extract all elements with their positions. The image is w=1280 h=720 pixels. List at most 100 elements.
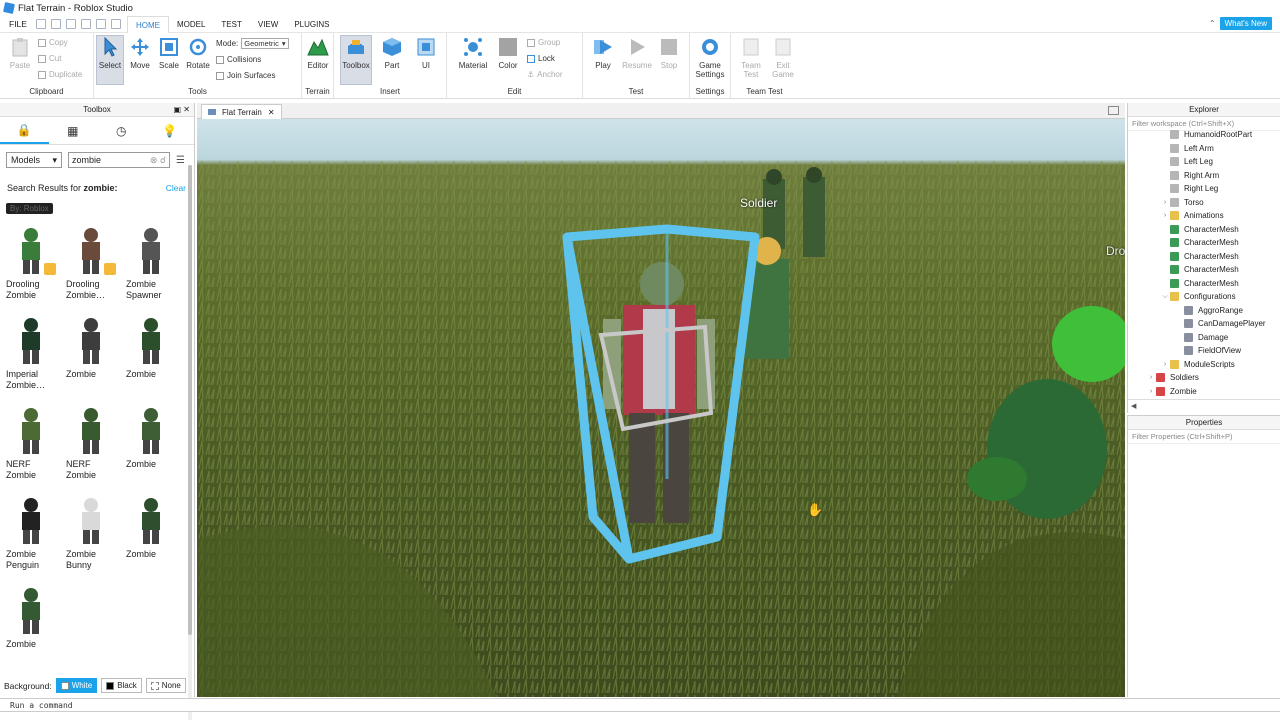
tab-plugins[interactable]: PLUGINS xyxy=(286,16,337,33)
filter-options-icon[interactable]: ☰ xyxy=(176,155,185,166)
open-icon[interactable] xyxy=(50,19,61,29)
expand-chevron-icon[interactable]: › xyxy=(1146,388,1156,395)
tab-creations[interactable]: 💡 xyxy=(146,117,195,144)
explorer-tree-row[interactable]: Damage xyxy=(1128,331,1280,345)
material-button[interactable]: Material xyxy=(457,36,489,70)
join-surfaces-checkbox[interactable] xyxy=(216,71,224,80)
toolbox-item[interactable]: NERF Zombie xyxy=(4,403,62,487)
toolbox-scrollbar-thumb[interactable] xyxy=(188,165,192,635)
collapse-ribbon-icon[interactable]: ⌃ xyxy=(1209,19,1216,28)
category-dropdown[interactable]: Models ▾ xyxy=(6,152,62,168)
stop-button[interactable]: Stop xyxy=(655,36,683,70)
ui-button[interactable]: UI xyxy=(412,36,440,70)
terrain-editor-button[interactable]: Editor xyxy=(304,36,332,70)
explorer-tree-row[interactable]: › Animations xyxy=(1128,209,1280,223)
clear-search-link[interactable]: Clear xyxy=(166,183,186,193)
collisions-toggle[interactable]: Collisions xyxy=(216,55,261,64)
expand-chevron-icon[interactable]: › xyxy=(1146,374,1156,381)
exit-game-button[interactable]: Exit Game xyxy=(769,36,797,79)
save-icon[interactable] xyxy=(65,19,76,29)
bg-black-button[interactable]: Black xyxy=(101,678,142,693)
toolbox-item[interactable]: Zombie xyxy=(4,583,62,667)
toolbox-scrollbar[interactable] xyxy=(188,165,192,720)
play-button[interactable]: Play xyxy=(589,36,617,70)
undo-icon[interactable] xyxy=(95,19,106,29)
part-button[interactable]: Part xyxy=(378,36,406,70)
cut-button[interactable]: Cut xyxy=(38,54,61,63)
tab-test[interactable]: TEST xyxy=(213,16,249,33)
group-button[interactable]: Group xyxy=(527,38,560,47)
explorer-tree-row[interactable]: › Torso xyxy=(1128,196,1280,210)
explorer-tree-row[interactable]: CharacterMesh xyxy=(1128,236,1280,250)
new-file-icon[interactable] xyxy=(35,19,46,29)
anchor-button[interactable]: ⚓ Anchor xyxy=(527,70,563,79)
toolbox-item[interactable]: Zombie xyxy=(124,313,182,397)
redo-icon[interactable] xyxy=(110,19,121,29)
color-button[interactable]: Color xyxy=(494,36,522,70)
explorer-tree-row[interactable]: AggroRange xyxy=(1128,304,1280,318)
toolbox-item[interactable]: Zombie Bunny xyxy=(64,493,122,577)
expand-chevron-icon[interactable]: › xyxy=(1160,199,1170,206)
resume-button[interactable]: Resume xyxy=(622,36,652,70)
publish-icon[interactable] xyxy=(80,19,91,29)
maximize-viewport-icon[interactable] xyxy=(1108,106,1119,115)
explorer-tree-row[interactable]: Right Leg xyxy=(1128,182,1280,196)
explorer-tree-row[interactable]: CharacterMesh xyxy=(1128,263,1280,277)
scale-button[interactable]: Scale xyxy=(155,36,183,70)
explorer-tree-row[interactable]: CharacterMesh xyxy=(1128,277,1280,291)
explorer-tree-row[interactable]: HumanoidRootPart xyxy=(1128,128,1280,142)
tab-home[interactable]: HOME xyxy=(126,15,169,33)
copy-button[interactable]: Copy xyxy=(38,38,68,47)
bg-white-button[interactable]: White xyxy=(55,678,98,693)
toolbox-item[interactable]: Imperial Zombie… xyxy=(4,313,62,397)
toolbox-item[interactable]: Zombie xyxy=(124,403,182,487)
expand-chevron-icon[interactable]: ⌵ xyxy=(1160,293,1170,301)
pin-icon[interactable]: ▣ xyxy=(174,105,182,114)
move-button[interactable]: Move xyxy=(126,36,154,70)
collisions-checkbox[interactable] xyxy=(216,55,224,64)
lock-button[interactable]: Lock xyxy=(527,54,555,63)
bg-none-button[interactable]: None xyxy=(145,678,186,693)
creator-filter-chip[interactable]: By: Roblox xyxy=(6,203,53,214)
explorer-tree-row[interactable]: › Zombie xyxy=(1128,385,1280,399)
explorer-tree-row[interactable]: CharacterMesh xyxy=(1128,223,1280,237)
tab-inventory[interactable]: ▦ xyxy=(49,117,98,144)
toolbox-button[interactable]: Toolbox xyxy=(340,35,372,85)
explorer-tree-row[interactable]: Left Leg xyxy=(1128,155,1280,169)
duplicate-button[interactable]: Duplicate xyxy=(38,70,82,79)
scroll-left-icon[interactable]: ◀ xyxy=(1131,403,1136,410)
explorer-tree-row[interactable]: CharacterMesh xyxy=(1128,250,1280,264)
toolbox-item[interactable]: NERF Zombie xyxy=(64,403,122,487)
properties-filter-input[interactable]: Filter Properties (Ctrl+Shift+P) xyxy=(1128,430,1280,444)
search-input[interactable]: zombie ⊗ ☌ xyxy=(68,152,170,168)
explorer-tree-row[interactable]: › ModuleScripts xyxy=(1128,358,1280,372)
paste-button[interactable]: Paste xyxy=(6,36,34,70)
tab-flat-terrain[interactable]: Flat Terrain ✕ xyxy=(201,104,282,119)
explorer-tree-row[interactable]: CanDamagePlayer xyxy=(1128,317,1280,331)
tab-recent[interactable]: ◷ xyxy=(97,117,146,144)
toolbox-item[interactable]: Drooling Zombie… xyxy=(64,223,122,307)
select-button[interactable]: Select xyxy=(96,35,124,85)
tab-view[interactable]: VIEW xyxy=(250,16,286,33)
file-menu[interactable]: FILE xyxy=(0,19,36,29)
expand-chevron-icon[interactable]: › xyxy=(1160,212,1170,219)
explorer-tree-row[interactable]: Left Arm xyxy=(1128,142,1280,156)
explorer-horizontal-scrollbar[interactable]: ◀ xyxy=(1128,399,1280,410)
toolbox-item[interactable]: Zombie Spawner xyxy=(124,223,182,307)
game-settings-button[interactable]: Game Settings xyxy=(694,36,726,79)
toolbox-item[interactable]: Zombie xyxy=(64,313,122,397)
explorer-tree-row[interactable]: › Soldiers xyxy=(1128,371,1280,385)
tab-model[interactable]: MODEL xyxy=(169,16,213,33)
3d-viewport[interactable]: Soldier Dro ✋ xyxy=(197,119,1125,697)
close-tab-icon[interactable]: ✕ xyxy=(268,108,275,117)
explorer-tree-row[interactable]: Right Arm xyxy=(1128,169,1280,183)
tab-marketplace[interactable]: 🔒 xyxy=(0,117,49,144)
toolbox-item[interactable]: Zombie xyxy=(124,493,182,577)
whats-new-button[interactable]: What's New xyxy=(1219,17,1272,30)
explorer-tree-row[interactable]: ⌵ Configurations xyxy=(1128,290,1280,304)
toolbox-item[interactable]: Drooling Zombie xyxy=(4,223,62,307)
close-icon[interactable]: ✕ xyxy=(183,105,190,114)
team-test-button[interactable]: Team Test xyxy=(737,36,765,79)
expand-chevron-icon[interactable]: › xyxy=(1160,361,1170,368)
rotate-button[interactable]: Rotate xyxy=(184,36,212,70)
